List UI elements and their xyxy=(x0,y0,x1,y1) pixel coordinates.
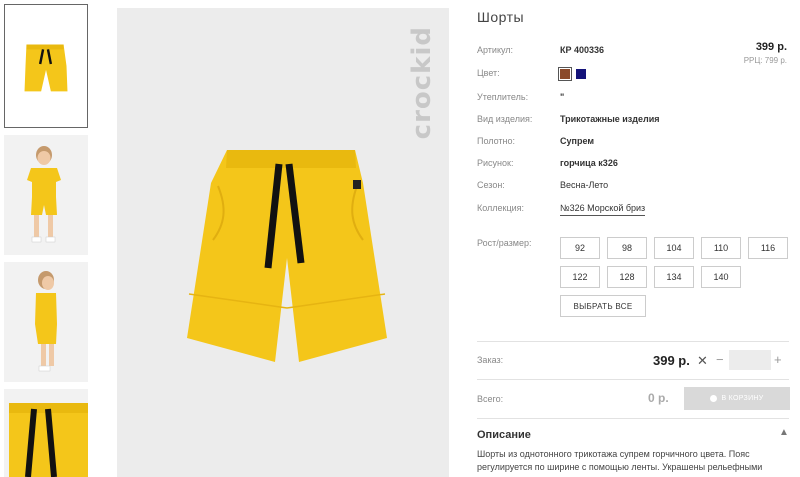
attr-insulation: Утеплитель: " xyxy=(477,92,564,102)
model-side-image xyxy=(4,262,88,382)
decrease-quantity-button[interactable]: − xyxy=(716,352,724,367)
attr-color: Цвет: xyxy=(477,66,586,81)
add-to-cart-button[interactable]: В КОРЗИНУ xyxy=(684,387,790,410)
detail-image xyxy=(4,389,88,477)
attr-value: КР 400336 xyxy=(560,45,605,55)
product-price: 399 р. xyxy=(755,41,787,53)
multiply-icon: ✕ xyxy=(697,353,708,368)
attr-type: Вид изделия: Трикотажные изделия xyxy=(477,114,660,124)
order-price: 399 р. xyxy=(653,353,690,368)
attr-fabric: Полотно: Супрем xyxy=(477,136,594,146)
increase-quantity-button[interactable]: + xyxy=(774,352,782,367)
attr-label: Коллекция: xyxy=(477,203,525,213)
thumbnail-4[interactable] xyxy=(4,389,88,477)
size-option[interactable]: 116 xyxy=(748,237,788,259)
attr-value: горчица к326 xyxy=(560,158,618,168)
attr-value: Трикотажные изделия xyxy=(560,114,660,124)
attr-label: Артикул: xyxy=(477,45,514,55)
rrp-price: РРЦ: 799 р. xyxy=(743,56,787,65)
attr-value: " xyxy=(560,92,565,102)
color-swatch-brown[interactable] xyxy=(558,66,572,81)
attr-label: Утеплитель: xyxy=(477,92,529,102)
attr-season: Сезон: Весна-Лето xyxy=(477,180,608,190)
divider xyxy=(477,341,789,342)
description-title[interactable]: Описание xyxy=(477,429,531,441)
size-option[interactable]: 140 xyxy=(701,266,741,288)
attr-label: Полотно: xyxy=(477,136,516,146)
color-swatches xyxy=(558,66,589,81)
chevron-up-icon[interactable]: ▲ xyxy=(779,427,789,438)
size-option[interactable]: 128 xyxy=(607,266,647,288)
divider xyxy=(477,379,789,380)
attr-value: Супрем xyxy=(560,136,594,146)
attr-label: Сезон: xyxy=(477,180,505,190)
product-page: crockid Шорты 399 р. РРЦ: 799 р. Артикул… xyxy=(0,0,800,477)
attr-article: Артикул: КР 400336 xyxy=(477,45,604,55)
main-product-image[interactable]: crockid xyxy=(117,8,449,477)
attr-label: Вид изделия: xyxy=(477,114,533,124)
size-option[interactable]: 92 xyxy=(560,237,600,259)
collection-link[interactable]: №326 Морской бриз xyxy=(560,203,646,216)
brand-logo: crockid xyxy=(407,26,437,140)
size-option[interactable]: 104 xyxy=(654,237,694,259)
sizes-label: Рост/размер: xyxy=(477,238,532,248)
total-label: Всего: xyxy=(477,394,504,404)
attr-pattern: Рисунок: горчица к326 xyxy=(477,158,618,168)
shorts-image xyxy=(5,5,87,127)
attr-collection: Коллекция: №326 Морской бриз xyxy=(477,203,646,216)
size-option[interactable]: 110 xyxy=(701,237,741,259)
attr-label: Цвет: xyxy=(477,68,500,78)
shorts-illustration xyxy=(187,150,387,362)
divider xyxy=(477,418,789,419)
cart-icon xyxy=(710,395,718,402)
thumbnail-1[interactable] xyxy=(4,4,88,128)
product-title: Шорты xyxy=(477,9,525,25)
model-front-image xyxy=(4,135,88,255)
size-option[interactable]: 98 xyxy=(607,237,647,259)
order-label: Заказ: xyxy=(477,355,504,365)
thumbnail-2[interactable] xyxy=(4,135,88,255)
thumbnail-3[interactable] xyxy=(4,262,88,382)
attr-label: Рисунок: xyxy=(477,158,514,168)
color-swatch-navy[interactable] xyxy=(575,68,586,79)
add-to-cart-label: В КОРЗИНУ xyxy=(721,395,764,402)
total-value: 0 р. xyxy=(648,391,669,405)
quantity-input[interactable] xyxy=(729,350,771,370)
size-option[interactable]: 122 xyxy=(560,266,600,288)
size-option[interactable]: 134 xyxy=(654,266,694,288)
select-all-button[interactable]: ВЫБРАТЬ ВСЕ xyxy=(560,295,646,317)
description-text: Шорты из однотонного трикотажа супрем го… xyxy=(477,449,763,472)
attr-value: Весна-Лето xyxy=(560,180,609,190)
